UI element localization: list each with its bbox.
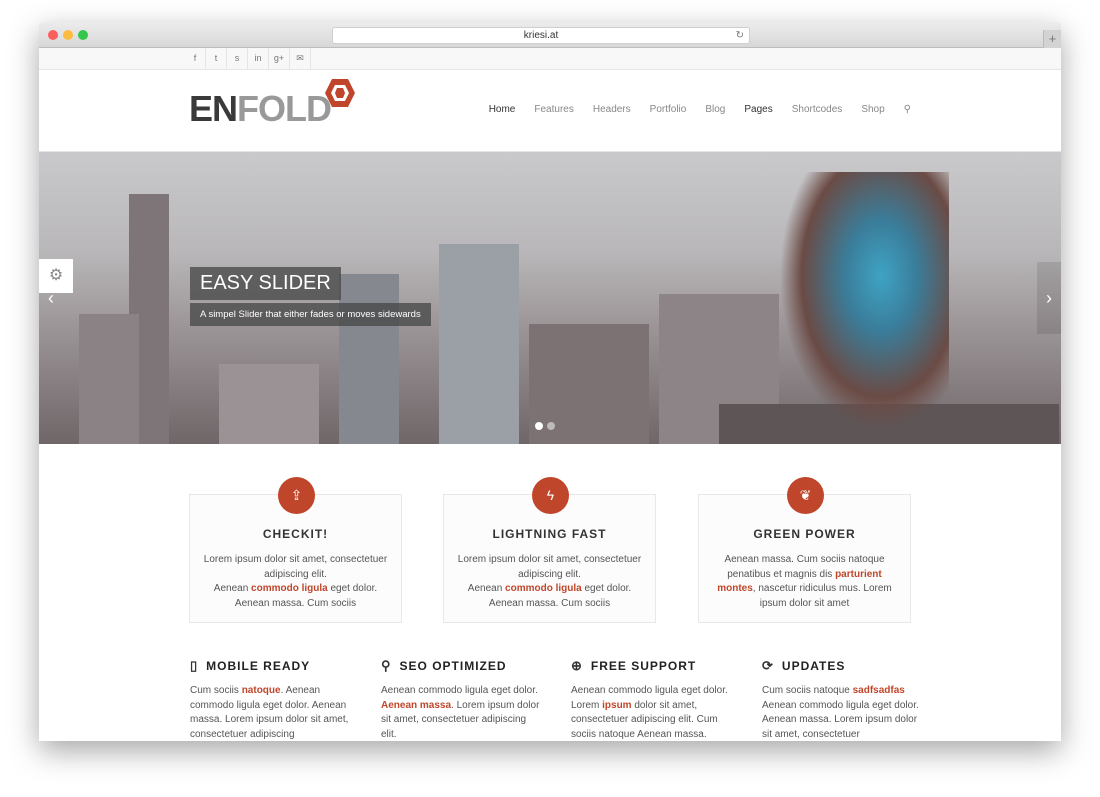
leaf-icon: ❦ [787, 477, 824, 514]
new-tab-button[interactable]: + [1043, 30, 1061, 48]
feature-box-checkit: ⇪ CHECKIT! Lorem ipsum dolor sit amet, c… [189, 477, 402, 623]
close-button[interactable] [48, 30, 58, 40]
skype-icon[interactable]: s [227, 48, 248, 69]
slide-bullet[interactable] [547, 422, 555, 430]
text-link[interactable]: ipsum [602, 700, 631, 711]
browser-window: kriesi.at ↻ + f t s in g+ ✉ ENFOLD Home F… [39, 22, 1061, 741]
text-link[interactable]: commodo ligula [251, 583, 328, 594]
feature-updates: ⟳ UPDATES Cum sociis natoque sadfsadfas A… [762, 658, 922, 741]
nav-shop[interactable]: Shop [861, 104, 884, 115]
facebook-icon[interactable]: f [185, 48, 206, 69]
nav-headers[interactable]: Headers [593, 104, 631, 115]
url-text: kriesi.at [523, 30, 559, 41]
share-icon: ⇪ [278, 477, 315, 514]
maximize-button[interactable] [78, 30, 88, 40]
nav-blog[interactable]: Blog [705, 104, 725, 115]
title-bar: kriesi.at ↻ + [39, 22, 1061, 48]
box-text: Aenean massa. Cum sociis natoque penatib… [717, 554, 892, 609]
address-bar[interactable]: kriesi.at ↻ [332, 27, 750, 44]
logo-fold: FOLD [237, 88, 332, 129]
slider-pagination [535, 422, 555, 430]
site-header: ENFOLD Home Features Headers Portfolio B… [39, 70, 1061, 152]
slider-subtitle: A simpel Slider that either fades or mov… [190, 303, 431, 326]
googleplus-icon[interactable]: g+ [269, 48, 290, 69]
feature-title: UPDATES [781, 659, 846, 673]
mail-icon[interactable]: ✉ [290, 48, 311, 69]
feature-title: SEO OPTIMIZED [399, 659, 507, 673]
hero-slider: EASY SLIDER A simpel Slider that either … [39, 152, 1061, 444]
minimize-button[interactable] [63, 30, 73, 40]
feature-box-green: ❦ GREEN POWER Aenean massa. Cum sociis n… [698, 477, 911, 623]
main-nav: Home Features Headers Portfolio Blog Pag… [489, 104, 911, 115]
feature-text: Aenean commodo ligula eget dolor. Lorem … [571, 685, 728, 740]
feature-mobile: ▯ MOBILE READY Cum sociis natoque. Aenean… [190, 658, 350, 741]
search-icon: ⚲ [381, 658, 392, 673]
box-text: Lorem ipsum dolor sit amet, consectetuer… [203, 554, 388, 609]
lifebuoy-icon: ⊕ [571, 658, 583, 673]
logo-hexagon-icon [325, 79, 355, 107]
mobile-icon: ▯ [190, 658, 199, 673]
feature-support: ⊕ FREE SUPPORT Aenean commodo ligula eget… [571, 658, 731, 741]
lightning-icon: ϟ [532, 477, 569, 514]
box-title: CHECKIT! [262, 527, 329, 541]
linkedin-icon[interactable]: in [248, 48, 269, 69]
text-link[interactable]: commodo ligula [505, 583, 582, 594]
feature-seo: ⚲ SEO OPTIMIZED Aenean commodo ligula ege… [381, 658, 541, 741]
text-link[interactable]: natoque [242, 685, 281, 696]
text-link[interactable]: Aenean massa [381, 700, 451, 711]
box-text: Lorem ipsum dolor sit amet, consectetuer… [457, 554, 642, 609]
nav-pages[interactable]: Pages [744, 104, 772, 115]
nav-home[interactable]: Home [489, 104, 516, 115]
slider-title: EASY SLIDER [190, 267, 341, 300]
box-title: LIGHTNING FAST [492, 527, 607, 541]
feature-box-lightning: ϟ LIGHTNING FAST Lorem ipsum dolor sit a… [443, 477, 656, 623]
social-bar: f t s in g+ ✉ [39, 48, 1061, 70]
feature-text: Cum sociis natoque. Aenean commodo ligul… [190, 685, 349, 740]
feature-text: Cum sociis natoque sadfsadfas Aenean com… [762, 685, 919, 740]
nav-shortcodes[interactable]: Shortcodes [792, 104, 843, 115]
search-icon[interactable]: ⚲ [904, 104, 911, 115]
slider-prev-arrow[interactable]: ‹ [39, 262, 63, 334]
logo-en: EN [189, 88, 238, 129]
reload-icon[interactable]: ↻ [736, 28, 744, 43]
feature-title: MOBILE READY [206, 659, 311, 673]
feature-title: FREE SUPPORT [590, 659, 697, 673]
slide-bullet[interactable] [535, 422, 543, 430]
box-title: GREEN POWER [753, 527, 856, 541]
nav-features[interactable]: Features [534, 104, 573, 115]
hero-person-image [779, 172, 949, 432]
twitter-icon[interactable]: t [206, 48, 227, 69]
text-link[interactable]: sadfsadfas [853, 685, 905, 696]
nav-portfolio[interactable]: Portfolio [650, 104, 687, 115]
feature-text: Aenean commodo ligula eget dolor. Aenean… [381, 685, 540, 740]
slider-next-arrow[interactable]: › [1037, 262, 1061, 334]
logo[interactable]: ENFOLD [189, 88, 332, 130]
refresh-icon: ⟳ [762, 658, 774, 673]
